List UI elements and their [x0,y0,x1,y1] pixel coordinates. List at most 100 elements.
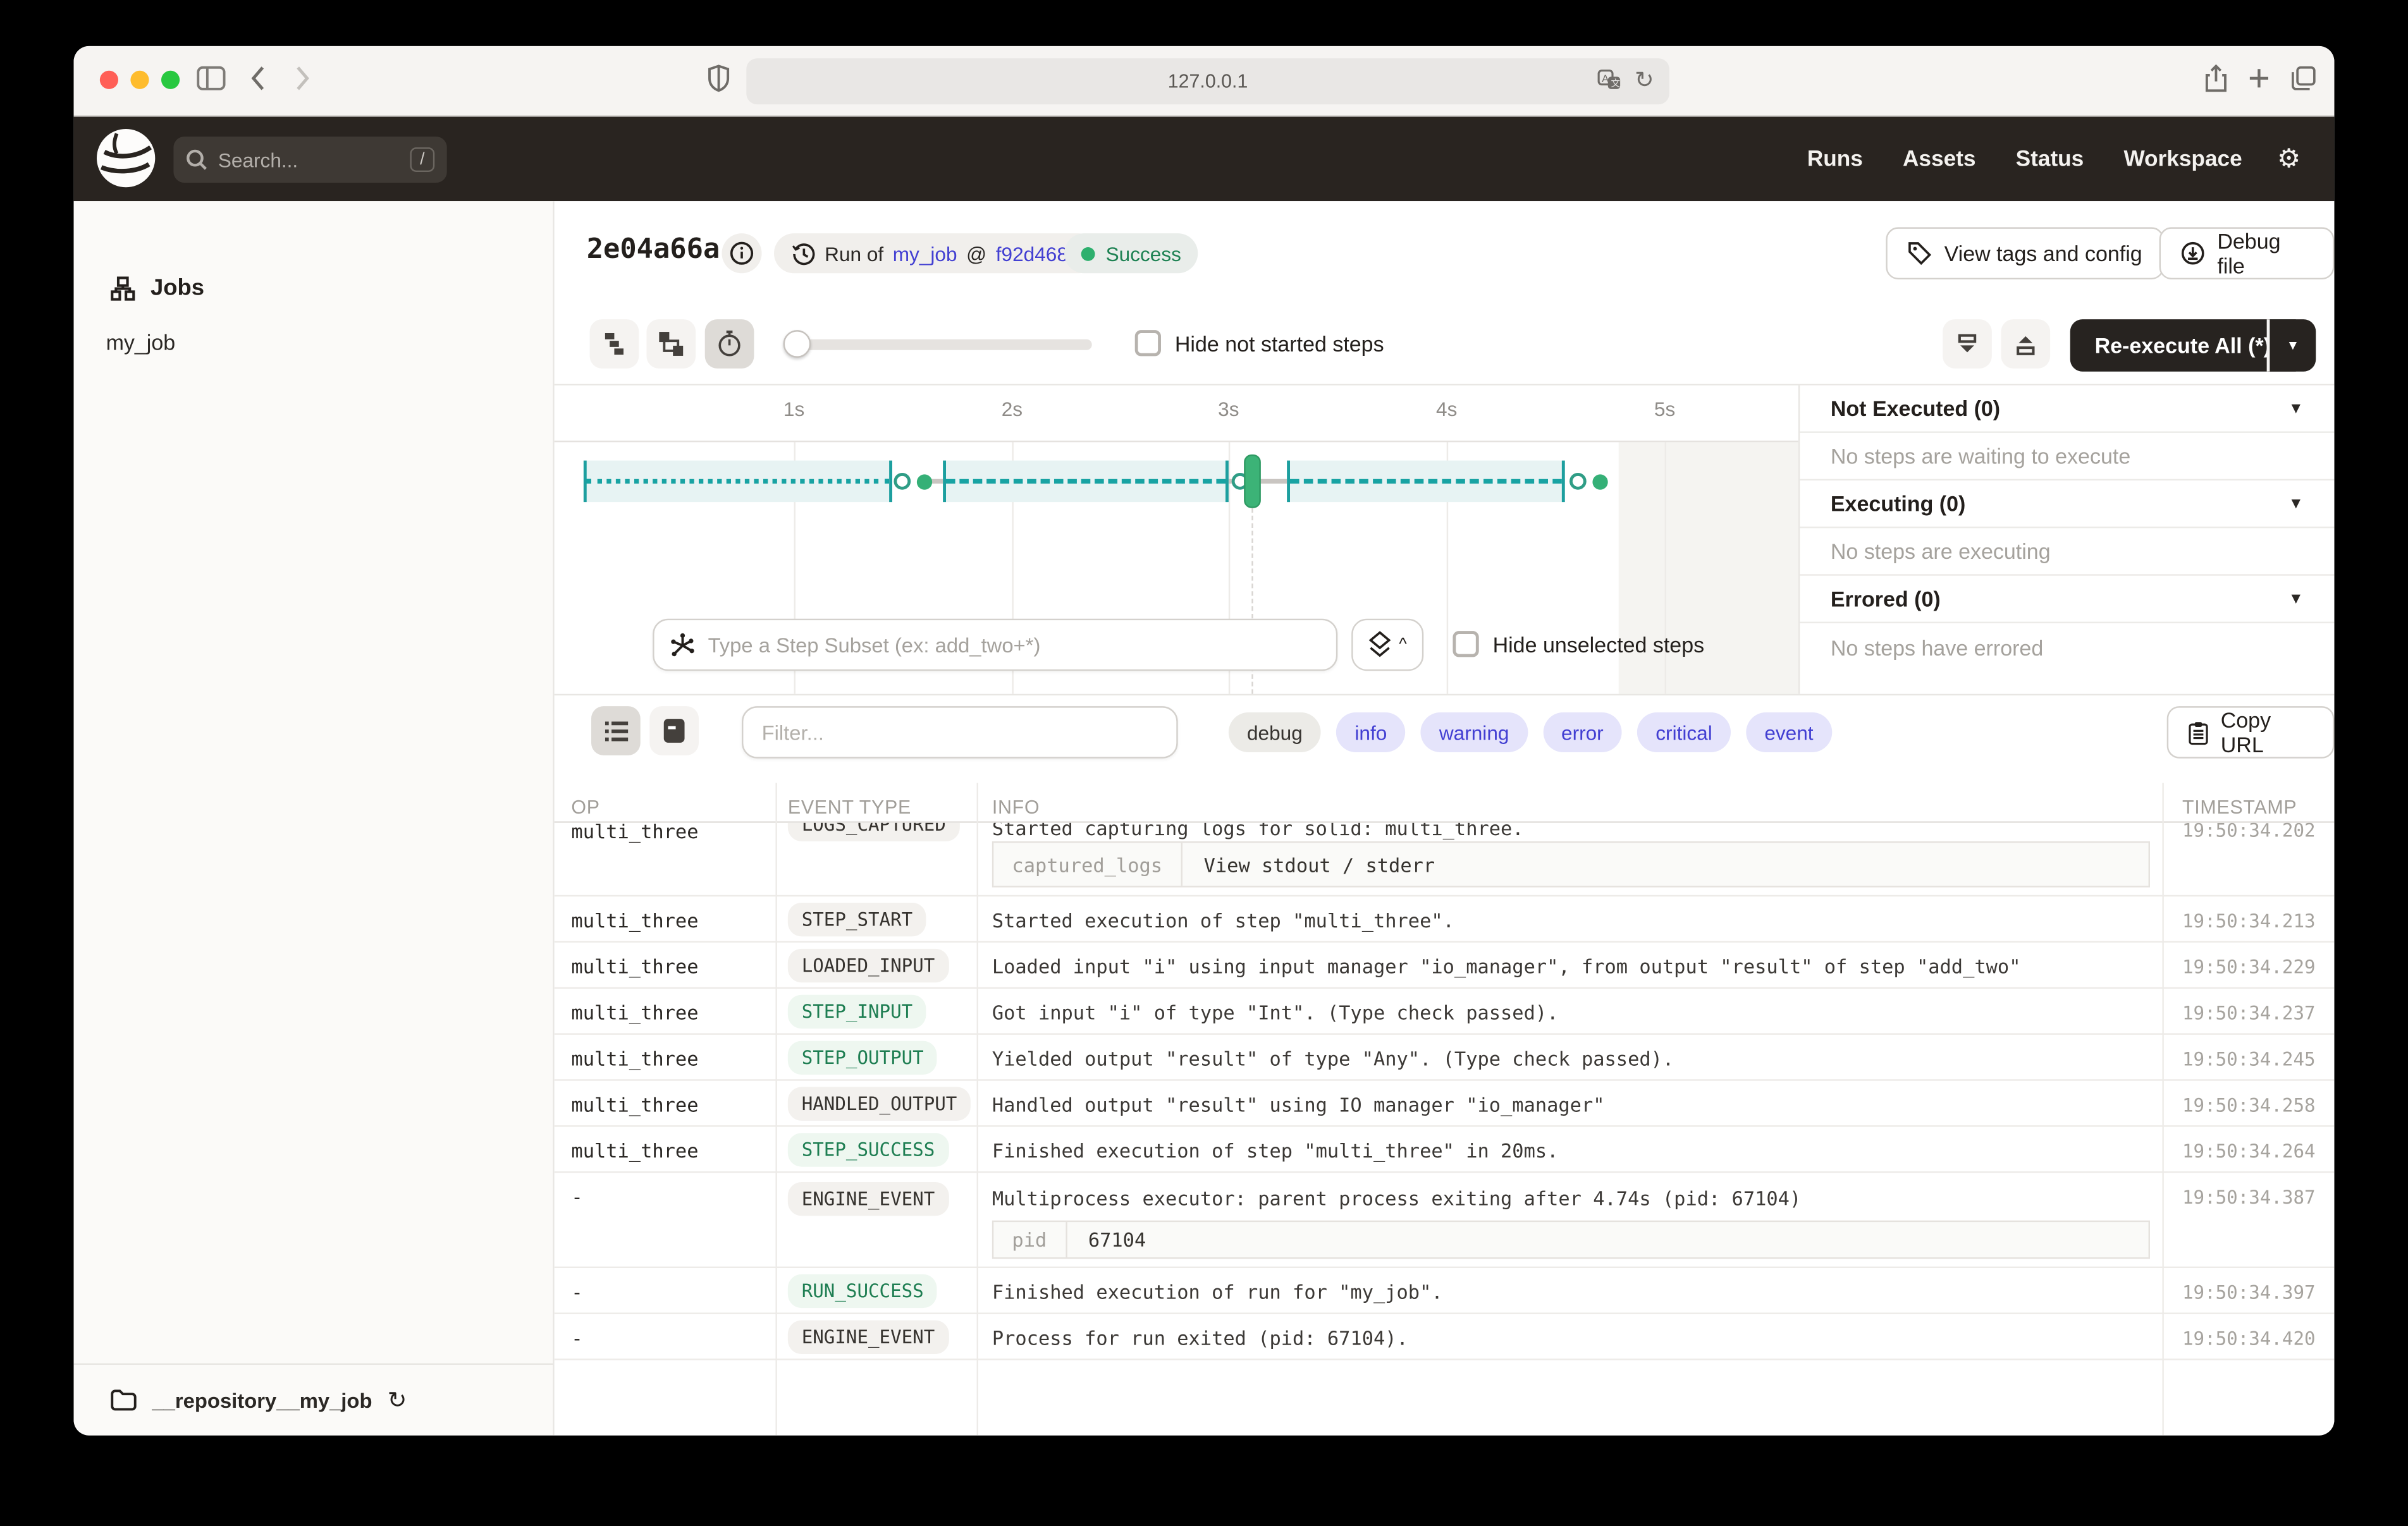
log-row-engine-event[interactable]: - ENGINE_EVENT Multiprocess executor: pa… [555,1173,2335,1268]
reexecute-all-button[interactable]: Re-execute All (*) [2070,319,2295,372]
op-cell: - [571,1280,582,1303]
run-info-button[interactable] [722,233,761,273]
shield-icon [708,64,730,92]
share-icon[interactable] [2205,64,2227,92]
zoom-slider-handle[interactable] [783,330,811,358]
global-search[interactable]: / [173,137,446,183]
log-row-handled-output[interactable]: multi_three HANDLED_OUTPUT Handled outpu… [555,1081,2335,1127]
log-row-step-success[interactable]: multi_three STEP_SUCCESS Finished execut… [555,1127,2335,1173]
event-type-tag: HANDLED_OUTPUT [788,1087,971,1120]
zoom-button[interactable] [161,71,180,89]
log-row-step-start[interactable]: multi_three STEP_START Started execution… [555,896,2335,943]
copy-url-button[interactable]: Copy URL [2167,706,2335,759]
debug-file-button[interactable]: Debug file [2159,227,2335,279]
timestamp-cell: 19:50:34.420 [2182,1328,2316,1350]
zoom-slider-track[interactable] [797,339,1091,350]
view-waterfall-button[interactable] [646,319,696,369]
event-type-tag: ENGINE_EVENT [788,1182,949,1216]
view-tags-label: View tags and config [1944,241,2142,266]
info-cell: Yielded output "result" of type "Any". (… [992,1047,1674,1070]
log-filter-field[interactable] [742,706,1178,759]
scroll-to-bottom-button[interactable] [1943,319,1992,369]
level-chip-debug[interactable]: debug [1229,712,1321,752]
level-chip-critical[interactable]: critical [1637,712,1731,752]
structured-view-button[interactable] [649,706,699,755]
level-chip-event[interactable]: event [1746,712,1832,752]
step-subset-field[interactable] [653,619,1337,671]
panel-executing-message: No steps are executing [1800,528,2334,575]
graph-layers-button[interactable]: ^ [1351,619,1423,671]
gantt-step-bar-2[interactable] [943,461,1229,503]
scroll-to-top-button[interactable] [2001,319,2050,369]
collapse-caret: ^ [1399,635,1407,654]
repository-reload-icon[interactable]: ↻ [388,1386,407,1414]
col-timestamp: TIMESTAMP [2182,797,2297,818]
run-job-link[interactable]: my_job [893,241,957,264]
translate-icon[interactable]: A文 [1598,69,1623,90]
log-row-logs-captured[interactable]: multi_three LOGS_CAPTURED Started captur… [555,823,2335,897]
close-button[interactable] [100,71,118,89]
reexecute-dropdown-caret[interactable]: ▾ [2267,319,2316,372]
step-start-ring [894,473,911,490]
info-cell: Handled output "result" using IO manager… [992,1093,1605,1116]
selected-step-marker[interactable] [1244,455,1261,508]
log-row-engine-event-exit[interactable]: - ENGINE_EVENT Process for run exited (p… [555,1314,2335,1360]
nav-workspace[interactable]: Workspace [2123,147,2242,171]
back-button[interactable] [250,66,266,90]
log-filter-input[interactable] [762,721,1146,743]
forward-button[interactable] [295,66,310,90]
chevron-down-icon: ▼ [2288,400,2304,417]
nav-assets[interactable]: Assets [1903,147,1976,171]
new-tab-icon[interactable] [2248,68,2270,89]
dagster-logo[interactable] [95,128,157,189]
axis-tick-3s: 3s [1218,398,1239,420]
log-list-view-button[interactable] [591,706,641,755]
panel-not-executed-header[interactable]: Not Executed (0) ▼ [1800,386,2334,433]
tabs-overview-icon[interactable] [2291,66,2316,90]
log-row-step-output[interactable]: multi_three STEP_OUTPUT Yielded output "… [555,1035,2335,1081]
run-at: @ [966,241,986,264]
sidebar-toggle-icon[interactable] [197,66,226,90]
level-chip-error[interactable]: error [1543,712,1622,752]
settings-gear-icon[interactable]: ⚙ [2277,117,2300,202]
left-sidebar: Jobs my_job __repository__my_job ↻ [74,201,555,1436]
panel-errored-header[interactable]: Errored (0) ▼ [1800,576,2334,623]
event-type-tag: STEP_SUCCESS [788,1133,949,1166]
svg-text:文: 文 [1612,78,1621,89]
log-row-run-success[interactable]: - RUN_SUCCESS Finished execution of run … [555,1268,2335,1314]
reload-button[interactable]: ↻ [1635,66,1654,94]
event-type-tag: STEP_START [788,903,926,936]
gantt-step-bar-1[interactable] [584,461,892,503]
sidebar-job-my-job[interactable]: my_job [106,330,176,355]
view-flat-button[interactable] [590,319,639,369]
op-cell: multi_three [571,1047,698,1070]
panel-executing-header[interactable]: Executing (0) ▼ [1800,480,2334,528]
run-id: 2e04a66a [587,233,720,266]
op-cell: - [571,1185,582,1208]
meta-label: captured_logs [993,843,1182,886]
run-end-ring [1570,473,1587,490]
view-timed-button[interactable] [705,319,754,369]
level-chip-warning[interactable]: warning [1421,712,1528,752]
meta-label: pid [993,1222,1067,1257]
minimize-button[interactable] [130,71,149,89]
hide-not-started-checkbox[interactable] [1135,330,1161,356]
event-type-tag: LOADED_INPUT [788,949,949,982]
search-input[interactable] [218,148,387,171]
step-subset-input[interactable] [708,633,1261,656]
log-row-step-input[interactable]: multi_three STEP_INPUT Got input "i" of … [555,989,2335,1035]
url-field[interactable]: 127.0.0.1 A文 ↻ [746,58,1669,104]
nav-runs[interactable]: Runs [1807,147,1863,171]
jobs-title: Jobs [150,275,204,301]
log-row-loaded-input[interactable]: multi_three LOADED_INPUT Loaded input "i… [555,943,2335,989]
level-chip-info[interactable]: info [1336,712,1405,752]
timestamp-cell: 19:50:34.229 [2182,956,2316,978]
gantt-step-bar-3[interactable] [1287,461,1565,503]
reexecute-label: Re-execute All (*) [2095,333,2271,358]
hide-unselected-row: Hide unselected steps [1453,631,1704,657]
info-cell: Started capturing logs for solid: multi_… [992,823,1524,840]
nav-status[interactable]: Status [2016,147,2084,171]
hide-unselected-checkbox[interactable] [1453,631,1478,657]
view-tags-button[interactable]: View tags and config [1886,227,2163,279]
view-stdout-link[interactable]: View stdout / stderr [1182,843,1457,886]
